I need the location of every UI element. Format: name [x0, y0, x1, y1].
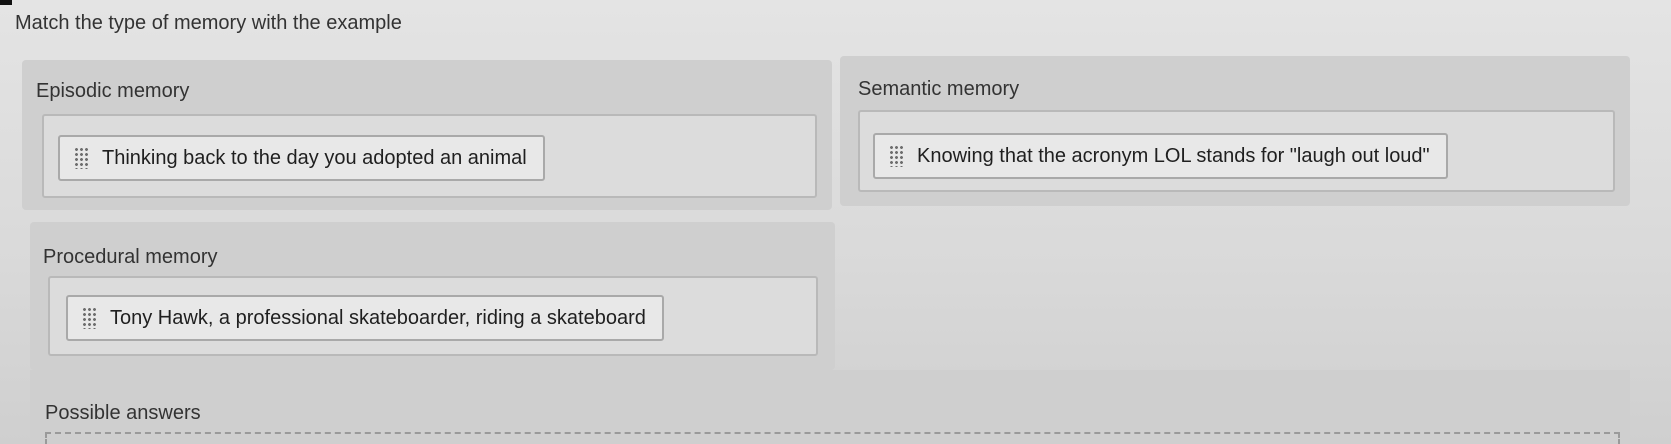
possible-answers-label: Possible answers	[45, 402, 201, 424]
page: Match the type of memory with the exampl…	[0, 0, 1671, 444]
answer-chip-procedural[interactable]: Tony Hawk, a professional skateboarder, …	[66, 295, 664, 341]
possible-answers-drop-area[interactable]	[45, 432, 1620, 444]
category-label-semantic: Semantic memory	[858, 78, 1020, 100]
drag-handle-icon[interactable]	[74, 147, 88, 169]
answer-chip-text: Thinking back to the day you adopted an …	[102, 146, 527, 169]
category-label-episodic: Episodic memory	[36, 80, 190, 102]
answer-chip-text: Tony Hawk, a professional skateboarder, …	[110, 306, 646, 329]
category-label-procedural: Procedural memory	[43, 246, 218, 268]
answer-chip-text: Knowing that the acronym LOL stands for …	[917, 144, 1430, 167]
question-text: Match the type of memory with the exampl…	[15, 12, 402, 34]
corner-mark	[0, 0, 12, 5]
answer-chip-semantic[interactable]: Knowing that the acronym LOL stands for …	[873, 133, 1448, 179]
answer-chip-episodic[interactable]: Thinking back to the day you adopted an …	[58, 135, 545, 181]
drag-handle-icon[interactable]	[82, 307, 96, 329]
drag-handle-icon[interactable]	[889, 145, 903, 167]
